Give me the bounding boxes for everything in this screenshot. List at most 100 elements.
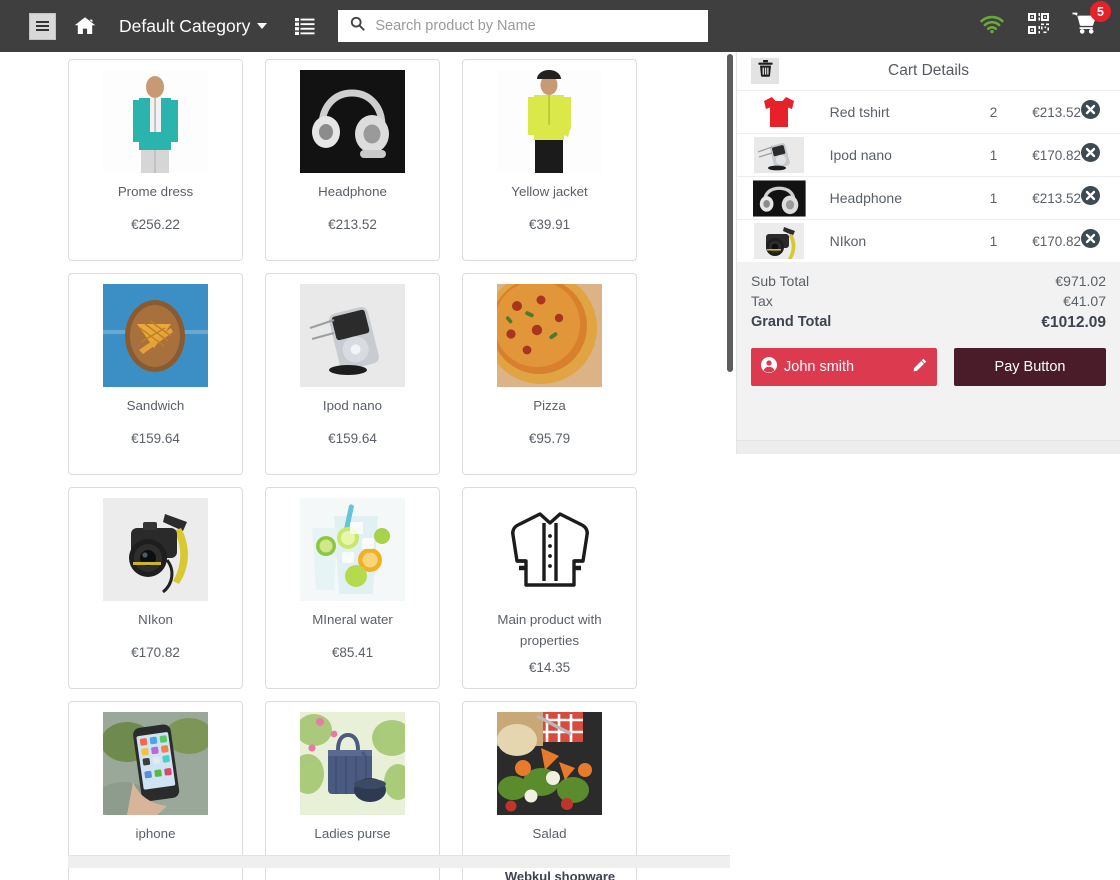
search-icon bbox=[350, 16, 365, 36]
product-name: Ipod nano bbox=[322, 398, 383, 413]
remove-circle-icon[interactable] bbox=[1081, 186, 1100, 210]
grand-total-row: Grand Total €1012.09 bbox=[751, 311, 1106, 334]
cart-item-qty: 1 bbox=[989, 233, 998, 249]
category-selector[interactable]: Default Category bbox=[119, 15, 268, 37]
product-name: MIneral water bbox=[312, 612, 393, 627]
nikon-camera-photo bbox=[103, 498, 208, 601]
top-navigation-bar: Default Category Search product by Name … bbox=[0, 0, 1120, 52]
product-price: €159.64 bbox=[131, 430, 180, 446]
customer-name: John smith bbox=[784, 359, 855, 375]
product-card[interactable]: MIneral water €85.41 bbox=[265, 487, 440, 689]
salad-photo bbox=[497, 712, 602, 815]
footer-brand: Webkul shopware bbox=[504, 869, 616, 880]
ipod-nano-photo bbox=[753, 137, 806, 174]
red-tshirt-photo bbox=[753, 94, 806, 131]
cart-panel: Cart Details Red tshirt 2 €213.52 Ipod n… bbox=[736, 52, 1120, 454]
tax-label: Tax bbox=[751, 293, 773, 309]
pencil-icon[interactable] bbox=[913, 358, 927, 376]
trash-icon bbox=[757, 60, 773, 82]
cart-action-buttons: John smith Pay Button bbox=[737, 334, 1120, 386]
cart-title: Cart Details bbox=[888, 62, 969, 79]
product-card[interactable]: Pizza €95.79 bbox=[462, 273, 637, 475]
product-price: €85.41 bbox=[331, 644, 374, 660]
pay-button[interactable]: Pay Button bbox=[954, 348, 1106, 386]
shopping-cart-button[interactable]: 5 bbox=[1072, 1, 1111, 40]
remove-circle-icon[interactable] bbox=[1081, 100, 1100, 124]
product-card[interactable]: Ladies purse bbox=[265, 701, 440, 880]
ipod-nano-photo bbox=[300, 284, 405, 387]
clear-cart-button[interactable] bbox=[751, 58, 779, 84]
search-input[interactable] bbox=[375, 18, 697, 34]
home-icon[interactable] bbox=[73, 14, 97, 38]
wifi-icon[interactable] bbox=[979, 14, 1005, 39]
cart-item-name: Ipod nano bbox=[829, 147, 892, 163]
product-name: Main product with properties bbox=[497, 612, 602, 648]
product-price: €256.22 bbox=[131, 216, 180, 232]
jacket-placeholder-icon bbox=[497, 498, 602, 601]
product-card[interactable]: iphone bbox=[68, 701, 243, 880]
product-price: €39.91 bbox=[528, 216, 571, 232]
product-card[interactable]: Main product with properties €14.35 bbox=[462, 487, 637, 689]
cart-row: Headphone 1 €213.52 bbox=[737, 176, 1120, 219]
sandwich-photo bbox=[103, 284, 208, 387]
product-name: Sandwich bbox=[126, 398, 185, 413]
product-pane-scroll-thumb[interactable] bbox=[727, 54, 733, 372]
grand-total-label: Grand Total bbox=[751, 314, 832, 330]
pay-button-label: Pay Button bbox=[994, 359, 1066, 375]
remove-circle-icon[interactable] bbox=[1081, 229, 1100, 253]
category-label: Default Category bbox=[119, 15, 251, 36]
nikon-camera-photo bbox=[753, 223, 806, 260]
cart-item-price: €170.82 bbox=[1032, 147, 1081, 163]
product-card[interactable]: Yellow jacket €39.91 bbox=[462, 59, 637, 261]
cart-item-name: Headphone bbox=[829, 190, 903, 206]
product-name: Yellow jacket bbox=[511, 184, 588, 199]
list-icon[interactable] bbox=[294, 16, 316, 36]
remove-circle-icon[interactable] bbox=[1081, 143, 1100, 167]
search-box[interactable] bbox=[338, 10, 709, 42]
product-card[interactable]: Salad bbox=[462, 701, 637, 880]
user-circle-icon bbox=[761, 357, 777, 377]
product-card[interactable]: Ipod nano €159.64 bbox=[265, 273, 440, 475]
product-grid: Prome dress €256.22 Headphone €213.52 Ye… bbox=[68, 59, 666, 880]
cart-row: Ipod nano 1 €170.82 bbox=[737, 133, 1120, 176]
cart-row: NIkon 1 €170.82 bbox=[737, 219, 1120, 262]
product-name: Headphone bbox=[318, 184, 387, 199]
product-price: €95.79 bbox=[528, 430, 571, 446]
customer-button[interactable]: John smith bbox=[751, 348, 937, 386]
chevron-down-icon bbox=[257, 23, 268, 29]
hamburger-menu-button[interactable] bbox=[29, 12, 56, 40]
cart-count-badge: 5 bbox=[1090, 1, 1111, 22]
pizza-photo bbox=[497, 284, 602, 387]
headphone-photo bbox=[753, 179, 806, 217]
cart-row: Red tshirt 2 €213.52 bbox=[737, 90, 1120, 133]
product-price: €170.82 bbox=[131, 644, 180, 660]
tax-row: Tax €41.07 bbox=[751, 291, 1106, 311]
product-price: €213.52 bbox=[328, 216, 377, 232]
prome-dress-photo bbox=[103, 70, 208, 173]
product-name: Prome dress bbox=[117, 184, 194, 199]
cart-item-qty: 2 bbox=[989, 104, 998, 120]
ladies-purse-photo bbox=[300, 712, 405, 815]
product-name: Pizza bbox=[533, 398, 566, 413]
cart-item-price: €213.52 bbox=[1032, 190, 1081, 206]
product-price: €159.64 bbox=[328, 430, 377, 446]
product-card[interactable]: Prome dress €256.22 bbox=[68, 59, 243, 261]
grand-total-value: €1012.09 bbox=[1041, 314, 1106, 331]
product-card[interactable]: NIkon €170.82 bbox=[68, 487, 243, 689]
product-name: NIkon bbox=[138, 612, 173, 627]
subtotal-value: €971.02 bbox=[1055, 273, 1106, 289]
qrcode-icon[interactable] bbox=[1027, 12, 1050, 40]
cart-item-price: €213.52 bbox=[1032, 104, 1081, 120]
cart-item-list: Red tshirt 2 €213.52 Ipod nano 1 €170.82… bbox=[737, 90, 1120, 262]
cart-header: Cart Details bbox=[737, 52, 1120, 90]
cart-totals: Sub Total €971.02 Tax €41.07 Grand Total… bbox=[737, 262, 1120, 334]
headphone-photo bbox=[300, 70, 405, 173]
product-card[interactable]: Sandwich €159.64 bbox=[68, 273, 243, 475]
product-pane-horizontal-scrollbar[interactable] bbox=[68, 855, 730, 868]
cart-panel-footer-strip bbox=[737, 440, 1120, 454]
subtotal-row: Sub Total €971.02 bbox=[751, 271, 1106, 291]
product-price: €14.35 bbox=[528, 660, 571, 676]
yellow-jacket-photo bbox=[497, 70, 602, 173]
cart-item-price: €170.82 bbox=[1032, 233, 1081, 249]
product-card[interactable]: Headphone €213.52 bbox=[265, 59, 440, 261]
